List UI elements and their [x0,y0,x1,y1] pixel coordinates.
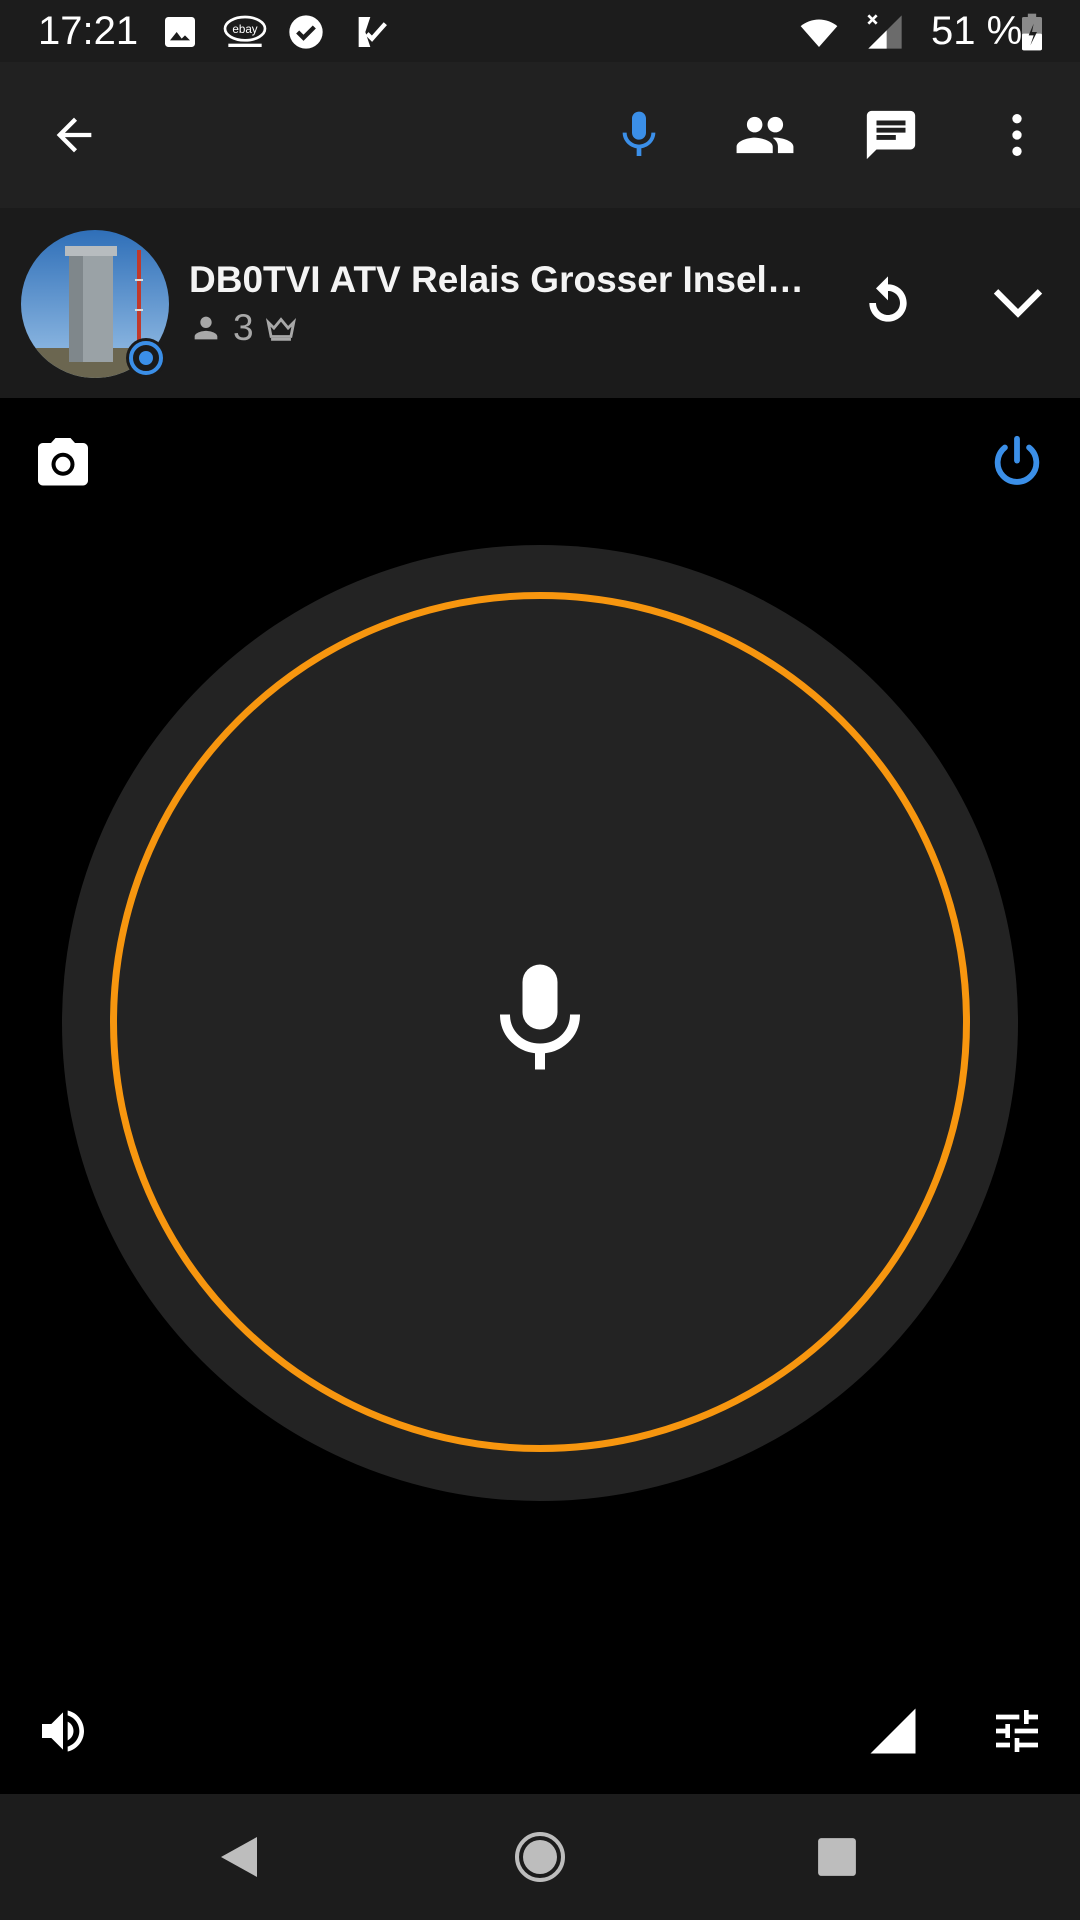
volume-icon [42,1710,84,1752]
battery-percent: 51 % [931,9,1023,53]
microphone-icon [500,964,580,1070]
user-count: 3 [233,307,254,348]
power-icon [994,435,1040,485]
radio-target-icon [129,341,163,375]
expand-channel-button[interactable] [973,258,1063,348]
wifi-icon [800,19,838,47]
more-options-button[interactable] [972,90,1062,180]
connected-badge [126,338,166,378]
nav-back-icon [221,1837,257,1877]
nav-back-button[interactable] [194,1812,284,1902]
channel-meta: 3 [189,306,298,350]
cell-signal-icon [867,14,902,49]
reconnect-button[interactable] [843,258,933,348]
task-check-icon [358,17,387,47]
nav-home-button[interactable] [495,1812,585,1902]
channel-title: DB0TVI ATV Relais Grosser Inselsb… [189,259,819,300]
nav-home-icon [515,1832,565,1882]
signal-icon [870,1708,916,1754]
chevron-down-icon [993,289,1043,318]
camera-icon [38,438,88,486]
audio-settings-button[interactable] [972,1686,1062,1776]
person-icon [194,316,218,340]
users-button[interactable] [720,90,810,180]
svg-text:ebay: ebay [232,23,257,36]
crown-icon [265,317,296,341]
talk-tab-button[interactable] [594,90,684,180]
ebay-kleinanzeigen-icon: ebay [223,15,267,47]
power-button[interactable] [972,418,1062,508]
status-time: 17:21 [38,9,139,53]
check-circle-icon [289,15,323,49]
back-arrow-icon [56,117,92,153]
battery-icon [1022,13,1042,51]
chat-button[interactable] [846,90,936,180]
microphone-icon [622,111,656,156]
camera-button[interactable] [18,418,108,508]
nav-recents-button[interactable] [792,1812,882,1902]
image-icon [165,17,195,47]
refresh-icon [869,276,907,322]
chat-icon [866,110,916,160]
signal-strength [848,1686,938,1776]
people-icon [736,116,794,154]
nav-recents-icon [818,1838,856,1876]
tune-icon [996,1710,1038,1752]
more-vert-icon [1012,114,1022,156]
back-button[interactable] [29,90,119,180]
volume-button[interactable] [18,1686,108,1776]
